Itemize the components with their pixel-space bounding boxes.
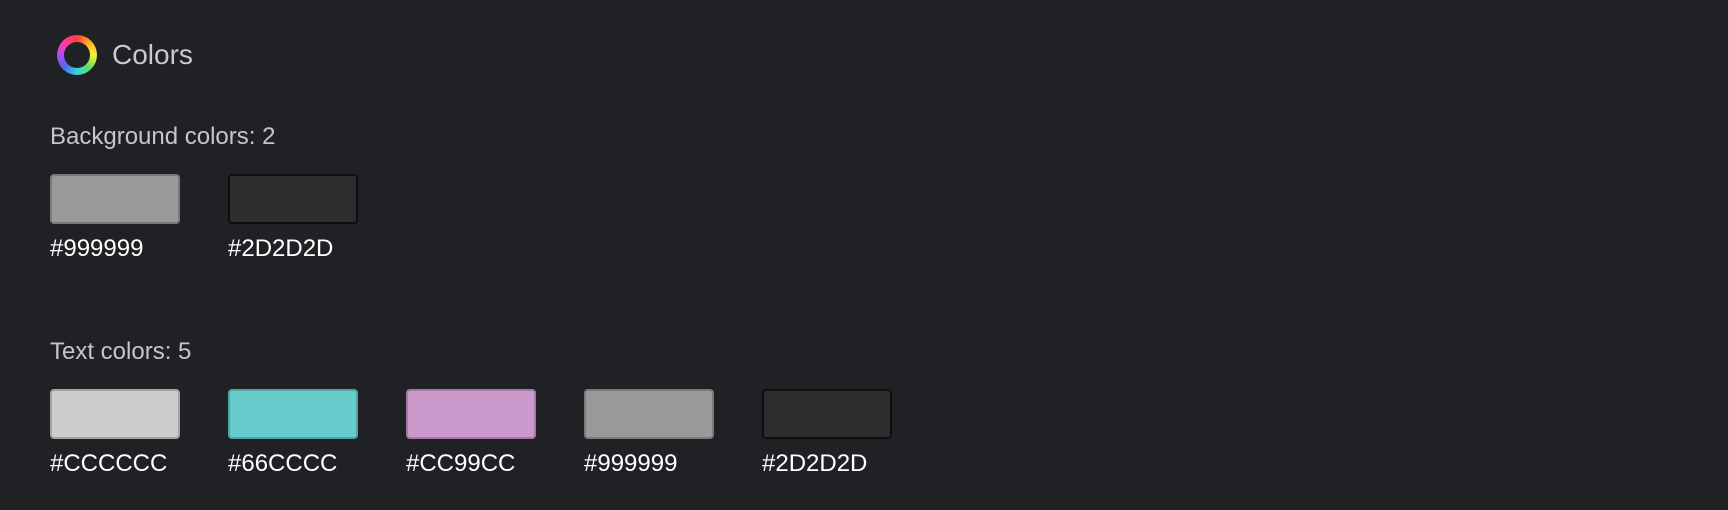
background-colors-label: Background colors: 2: [50, 123, 276, 150]
color-swatch[interactable]: [762, 389, 892, 439]
color-code: #999999: [50, 235, 144, 262]
color-swatch-item[interactable]: #999999: [584, 389, 714, 478]
page-title: Colors: [112, 39, 193, 70]
color-swatch-item[interactable]: #2D2D2D: [762, 389, 892, 478]
text-colors-label: Text colors: 5: [50, 338, 192, 365]
color-wheel-icon: [57, 35, 97, 75]
color-swatch-item[interactable]: #CC99CC: [406, 389, 536, 478]
color-code: #2D2D2D: [762, 450, 868, 477]
background-swatch-row: #999999 #2D2D2D: [50, 174, 358, 263]
color-swatch-item[interactable]: #2D2D2D: [228, 174, 358, 263]
color-code: #66CCCC: [228, 450, 338, 477]
color-code: #2D2D2D: [228, 235, 334, 262]
colors-header: Colors: [56, 34, 193, 76]
color-swatch[interactable]: [228, 389, 358, 439]
background-colors-section: Background colors: 2 #999999 #2D2D2D: [50, 122, 358, 263]
text-colors-section: Text colors: 5 #CCCCCC #66CCCC #CC99CC #…: [50, 337, 892, 478]
color-swatch[interactable]: [50, 389, 180, 439]
color-swatch-item[interactable]: #CCCCCC: [50, 389, 180, 478]
text-swatch-row: #CCCCCC #66CCCC #CC99CC #999999 #2D2D2D: [50, 389, 892, 478]
color-swatch-item[interactable]: #999999: [50, 174, 180, 263]
color-code: #999999: [584, 450, 678, 477]
color-swatch[interactable]: [584, 389, 714, 439]
color-code: #CCCCCC: [50, 450, 168, 477]
color-swatch[interactable]: [406, 389, 536, 439]
color-swatch[interactable]: [228, 174, 358, 224]
color-swatch-item[interactable]: #66CCCC: [228, 389, 358, 478]
color-swatch[interactable]: [50, 174, 180, 224]
color-code: #CC99CC: [406, 450, 516, 477]
